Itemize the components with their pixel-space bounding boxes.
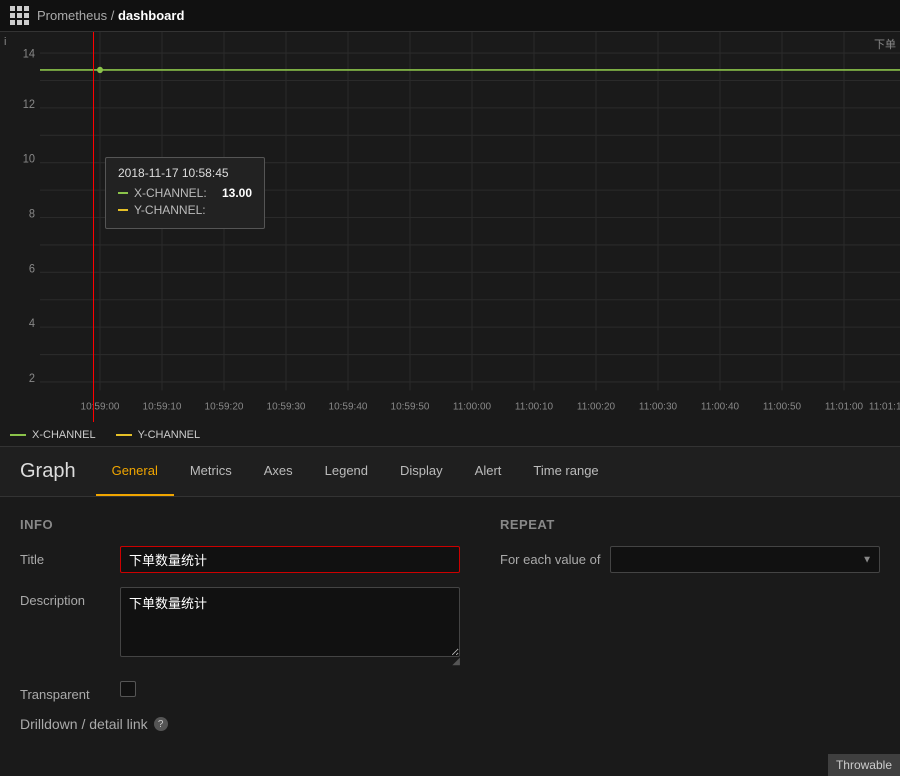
tooltip-y-channel-row: Y-CHANNEL: xyxy=(118,203,252,217)
chart-legend: X-CHANNEL Y-CHANNEL xyxy=(0,422,900,447)
transparent-checkbox-wrapper xyxy=(120,681,460,697)
svg-text:10:59:40: 10:59:40 xyxy=(329,401,368,412)
title-label: Title xyxy=(20,546,120,567)
tooltip-y-label: Y-CHANNEL: xyxy=(134,203,246,217)
svg-text:6: 6 xyxy=(29,263,35,275)
description-textarea[interactable]: 下单数量统计 xyxy=(120,587,460,657)
tab-legend[interactable]: Legend xyxy=(309,447,384,496)
chart-canvas[interactable]: i 下单 xyxy=(0,32,900,422)
legend-x-channel[interactable]: X-CHANNEL xyxy=(10,429,96,441)
tab-time-range[interactable]: Time range xyxy=(517,447,614,496)
svg-text:11:00:20: 11:00:20 xyxy=(577,401,615,412)
tab-metrics[interactable]: Metrics xyxy=(174,447,248,496)
watermark: Throwable xyxy=(828,754,900,776)
left-panel: Info Title Description 下单数量统计 ◢ Transpar… xyxy=(20,517,460,737)
title-row: Title xyxy=(20,546,460,573)
help-icon[interactable]: ? xyxy=(154,717,168,731)
svg-text:10: 10 xyxy=(23,153,35,165)
transparent-control xyxy=(120,681,460,697)
content-area: Info Title Description 下单数量统计 ◢ Transpar… xyxy=(0,497,900,757)
legend-y-channel[interactable]: Y-CHANNEL xyxy=(116,429,201,441)
chart-wrapper: i 下单 xyxy=(0,32,900,447)
svg-text:11:00:40: 11:00:40 xyxy=(701,401,739,412)
svg-text:8: 8 xyxy=(29,208,35,220)
tab-alert[interactable]: Alert xyxy=(459,447,518,496)
svg-text:10:59:10: 10:59:10 xyxy=(143,401,182,412)
for-each-label: For each value of xyxy=(500,552,600,567)
transparent-row: Transparent xyxy=(20,681,460,702)
tab-display-label: Display xyxy=(400,463,443,478)
transparent-label: Transparent xyxy=(20,681,120,702)
description-label: Description xyxy=(20,587,120,608)
description-row: Description 下单数量统计 ◢ xyxy=(20,587,460,667)
tab-display[interactable]: Display xyxy=(384,447,459,496)
drilldown-row: Drilldown / detail link ? xyxy=(20,716,460,732)
svg-text:2: 2 xyxy=(29,373,35,385)
svg-text:10:59:50: 10:59:50 xyxy=(391,401,430,412)
svg-text:10:59:00: 10:59:00 xyxy=(81,401,120,412)
tooltip-time: 2018-11-17 10:58:45 xyxy=(118,166,252,180)
svg-text:11:00:30: 11:00:30 xyxy=(639,401,677,412)
breadcrumb: Prometheus / dashboard xyxy=(37,8,184,23)
tab-alert-label: Alert xyxy=(475,463,502,478)
tabs-list: General Metrics Axes Legend Display Aler… xyxy=(96,447,615,496)
svg-text:11:00:00: 11:00:00 xyxy=(453,401,491,412)
tab-general[interactable]: General xyxy=(96,447,174,496)
breadcrumb-prometheus[interactable]: Prometheus xyxy=(37,8,107,23)
legend-x-color xyxy=(10,434,26,436)
repeat-section-title: Repeat xyxy=(500,517,880,532)
tab-time-range-label: Time range xyxy=(533,463,598,478)
legend-y-label: Y-CHANNEL xyxy=(138,429,201,441)
tab-axes-label: Axes xyxy=(264,463,293,478)
info-section-title: Info xyxy=(20,517,460,532)
tab-legend-label: Legend xyxy=(325,463,368,478)
drilldown-label: Drilldown / detail link xyxy=(20,716,148,732)
chart-info-label: i xyxy=(4,36,6,48)
top-nav: Prometheus / dashboard xyxy=(0,0,900,32)
resize-handle: ◢ xyxy=(120,656,460,667)
svg-text:10:59:30: 10:59:30 xyxy=(267,401,306,412)
svg-text:12: 12 xyxy=(23,99,35,111)
tab-axes[interactable]: Axes xyxy=(248,447,309,496)
svg-text:11:01:00: 11:01:00 xyxy=(825,401,863,412)
tabs-section: Graph General Metrics Axes Legend Displa… xyxy=(0,447,900,497)
svg-text:11:00:10: 11:00:10 xyxy=(515,401,553,412)
chart-tooltip: 2018-11-17 10:58:45 X-CHANNEL: 13.00 Y-C… xyxy=(105,157,265,229)
cursor-line xyxy=(93,32,94,422)
tooltip-x-value: 13.00 xyxy=(222,186,252,200)
right-panel: Repeat For each value of ▼ xyxy=(500,517,880,737)
tooltip-x-channel-row: X-CHANNEL: 13.00 xyxy=(118,186,252,200)
app-icon[interactable] xyxy=(10,6,29,25)
tooltip-y-color xyxy=(118,209,128,211)
legend-x-label: X-CHANNEL xyxy=(32,429,96,441)
title-input[interactable] xyxy=(120,546,460,573)
svg-text:11:00:50: 11:00:50 xyxy=(763,401,801,412)
tab-metrics-label: Metrics xyxy=(190,463,232,478)
svg-text:14: 14 xyxy=(23,48,35,60)
repeat-row: For each value of ▼ xyxy=(500,546,880,573)
breadcrumb-sep: / xyxy=(111,8,118,23)
repeat-select-wrapper: ▼ xyxy=(610,546,880,573)
tab-general-label: General xyxy=(112,463,158,478)
chart-top-right-label: 下单 xyxy=(874,36,896,52)
panel-title: Graph xyxy=(0,460,96,483)
repeat-select[interactable] xyxy=(610,546,880,573)
svg-text:11:01:10: 11:01:10 xyxy=(869,401,900,412)
title-control xyxy=(120,546,460,573)
transparent-checkbox[interactable] xyxy=(120,681,136,697)
svg-text:4: 4 xyxy=(29,318,35,330)
legend-y-color xyxy=(116,434,132,436)
breadcrumb-current: dashboard xyxy=(118,8,184,23)
description-control: 下单数量统计 ◢ xyxy=(120,587,460,667)
tooltip-x-label: X-CHANNEL: xyxy=(134,186,216,200)
svg-text:10:59:20: 10:59:20 xyxy=(205,401,244,412)
tooltip-x-color xyxy=(118,192,128,194)
